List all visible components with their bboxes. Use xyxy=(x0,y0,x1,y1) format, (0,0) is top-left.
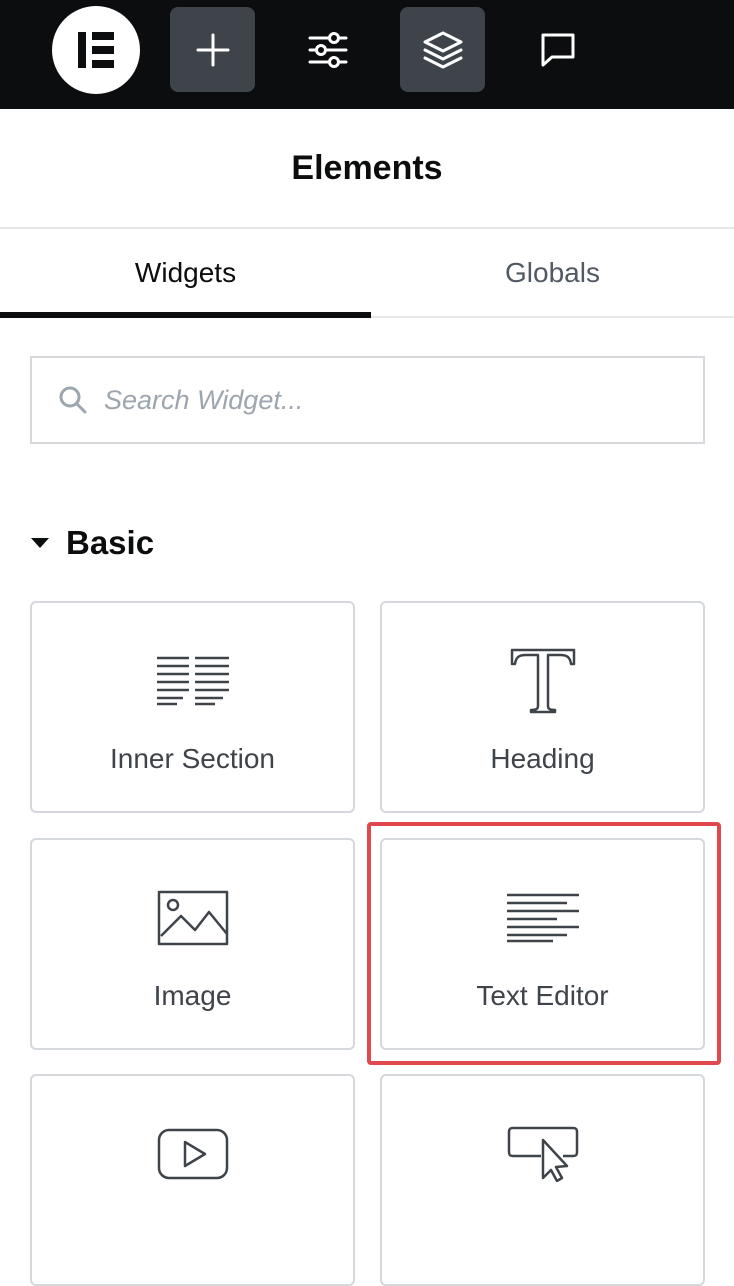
notes-button[interactable] xyxy=(515,7,600,92)
add-element-button[interactable] xyxy=(170,7,255,92)
video-icon xyxy=(32,1116,353,1192)
inner-section-icon xyxy=(32,643,353,719)
button-icon xyxy=(382,1116,703,1192)
category-basic[interactable]: Basic xyxy=(30,518,154,568)
tab-globals[interactable]: Globals xyxy=(371,229,734,316)
search-box xyxy=(30,356,705,444)
logo-bar xyxy=(78,32,86,68)
widget-image[interactable]: Image xyxy=(30,838,355,1050)
logo-bar xyxy=(92,60,114,68)
panel-tabs: Widgets Globals xyxy=(0,229,734,318)
panel-title: Elements xyxy=(0,109,734,229)
text-editor-icon xyxy=(382,880,703,956)
category-label: Basic xyxy=(66,524,155,561)
widget-text-editor[interactable]: Text Editor xyxy=(380,838,705,1050)
widget-label: Image xyxy=(153,980,232,1011)
elementor-logo[interactable] xyxy=(52,6,140,94)
tab-widgets[interactable]: Widgets xyxy=(0,229,371,318)
layers-icon xyxy=(423,31,462,68)
widget-label: Text Editor xyxy=(476,980,609,1011)
widget-button[interactable] xyxy=(380,1074,705,1286)
widget-video[interactable] xyxy=(30,1074,355,1286)
search-icon xyxy=(58,385,88,415)
sliders-icon xyxy=(308,31,347,68)
widget-label: Heading xyxy=(490,743,595,774)
logo-bar xyxy=(92,32,114,40)
site-settings-button[interactable] xyxy=(285,7,370,92)
widget-heading[interactable]: Heading xyxy=(380,601,705,813)
heading-icon xyxy=(382,643,703,719)
caret-down-icon xyxy=(30,536,50,550)
structure-button[interactable] xyxy=(400,7,485,92)
logo-bar xyxy=(92,46,114,54)
editor-topbar xyxy=(0,0,734,109)
widget-inner-section[interactable]: Inner Section xyxy=(30,601,355,813)
search-input[interactable] xyxy=(104,384,664,416)
widget-label: Inner Section xyxy=(110,743,275,774)
image-icon xyxy=(32,880,353,956)
plus-icon xyxy=(196,33,229,66)
chat-bubble-icon xyxy=(541,33,574,66)
